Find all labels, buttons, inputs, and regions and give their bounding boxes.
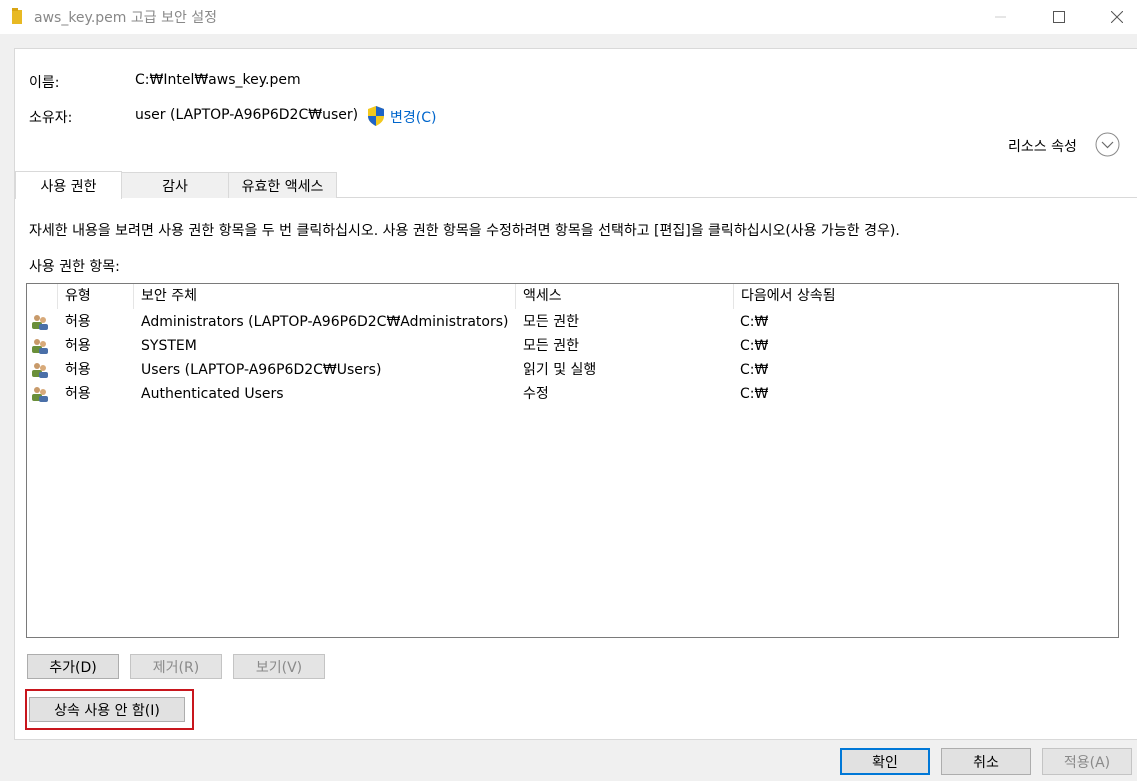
column-header-principal[interactable]: 보안 주체 — [134, 284, 516, 309]
uac-shield-icon — [368, 106, 384, 126]
tab-auditing[interactable]: 감사 — [121, 172, 229, 198]
view-button[interactable]: 보기(V) — [233, 654, 325, 679]
row-principal: Administrators (LAPTOP-A96P6D2C₩Administ… — [141, 314, 509, 330]
row-access: 수정 — [523, 386, 549, 402]
row-inherited-from: C:₩ — [740, 362, 769, 378]
minimize-icon — [995, 16, 1006, 18]
table-row[interactable]: 허용 Authenticated Users 수정 C:₩ — [27, 382, 1118, 406]
instructions-text: 자세한 내용을 보려면 사용 권한 항목을 두 번 클릭하십시오. 사용 권한 … — [29, 223, 900, 239]
row-inherited-from: C:₩ — [740, 338, 769, 354]
column-header-icon — [27, 284, 58, 309]
user-group-icon — [32, 363, 48, 378]
permission-entries-list[interactable]: 유형 보안 주체 액세스 다음에서 상속됨 허용 Administrators … — [26, 283, 1119, 638]
title-bar: aws_key.pem 고급 보안 설정 — [0, 0, 1137, 34]
row-type: 허용 — [65, 386, 91, 402]
user-group-icon — [32, 387, 48, 402]
change-owner-link[interactable]: 변경(C) — [390, 107, 436, 127]
folder-icon — [12, 8, 22, 24]
user-group-icon — [32, 339, 48, 354]
maximize-icon — [1053, 11, 1065, 23]
row-inherited-from: C:₩ — [740, 386, 769, 402]
apply-button[interactable]: 적용(A) — [1042, 748, 1132, 775]
row-type: 허용 — [65, 338, 91, 354]
row-principal: Authenticated Users — [141, 386, 284, 402]
permission-entries-label: 사용 권한 항목: — [29, 259, 120, 275]
remove-button[interactable]: 제거(R) — [130, 654, 222, 679]
row-access: 모든 권한 — [523, 338, 579, 354]
row-type: 허용 — [65, 362, 91, 378]
tab-permissions-label: 사용 권한 — [40, 178, 97, 195]
minimize-button[interactable] — [978, 0, 1024, 34]
tab-effective-access[interactable]: 유효한 액세스 — [228, 172, 337, 198]
row-type: 허용 — [65, 314, 91, 330]
column-header-inherited-from[interactable]: 다음에서 상속됨 — [734, 284, 1118, 309]
list-header: 유형 보안 주체 액세스 다음에서 상속됨 — [27, 284, 1118, 309]
tab-auditing-label: 감사 — [162, 178, 188, 195]
chevron-down-icon[interactable] — [1095, 132, 1120, 157]
maximize-button[interactable] — [1036, 0, 1082, 34]
name-value: C:₩Intel₩aws_key.pem — [135, 72, 301, 88]
column-header-type[interactable]: 유형 — [58, 284, 134, 309]
owner-value: user (LAPTOP-A96P6D2C₩user) — [135, 107, 359, 123]
close-button[interactable] — [1094, 0, 1137, 34]
table-row[interactable]: 허용 Users (LAPTOP-A96P6D2C₩Users) 읽기 및 실행… — [27, 358, 1118, 382]
window-title: aws_key.pem 고급 보안 설정 — [34, 10, 218, 26]
disable-inheritance-button[interactable]: 상속 사용 안 함(I) — [29, 697, 185, 722]
row-inherited-from: C:₩ — [740, 314, 769, 330]
add-button[interactable]: 추가(D) — [27, 654, 119, 679]
cancel-button[interactable]: 취소 — [941, 748, 1031, 775]
table-row[interactable]: 허용 Administrators (LAPTOP-A96P6D2C₩Admin… — [27, 310, 1118, 334]
name-label: 이름: — [29, 75, 60, 91]
column-header-access[interactable]: 액세스 — [516, 284, 734, 309]
ok-button[interactable]: 확인 — [840, 748, 930, 775]
row-principal: SYSTEM — [141, 338, 197, 354]
table-row[interactable]: 허용 SYSTEM 모든 권한 C:₩ — [27, 334, 1118, 358]
resource-properties-label: 리소스 속성 — [1008, 139, 1077, 155]
close-icon — [1111, 11, 1123, 23]
row-access: 읽기 및 실행 — [523, 362, 597, 378]
user-group-icon — [32, 315, 48, 330]
row-access: 모든 권한 — [523, 314, 579, 330]
tab-permissions[interactable]: 사용 권한 — [15, 171, 122, 199]
tab-effective-access-label: 유효한 액세스 — [241, 178, 324, 195]
owner-label: 소유자: — [29, 110, 73, 126]
row-principal: Users (LAPTOP-A96P6D2C₩Users) — [141, 362, 382, 378]
